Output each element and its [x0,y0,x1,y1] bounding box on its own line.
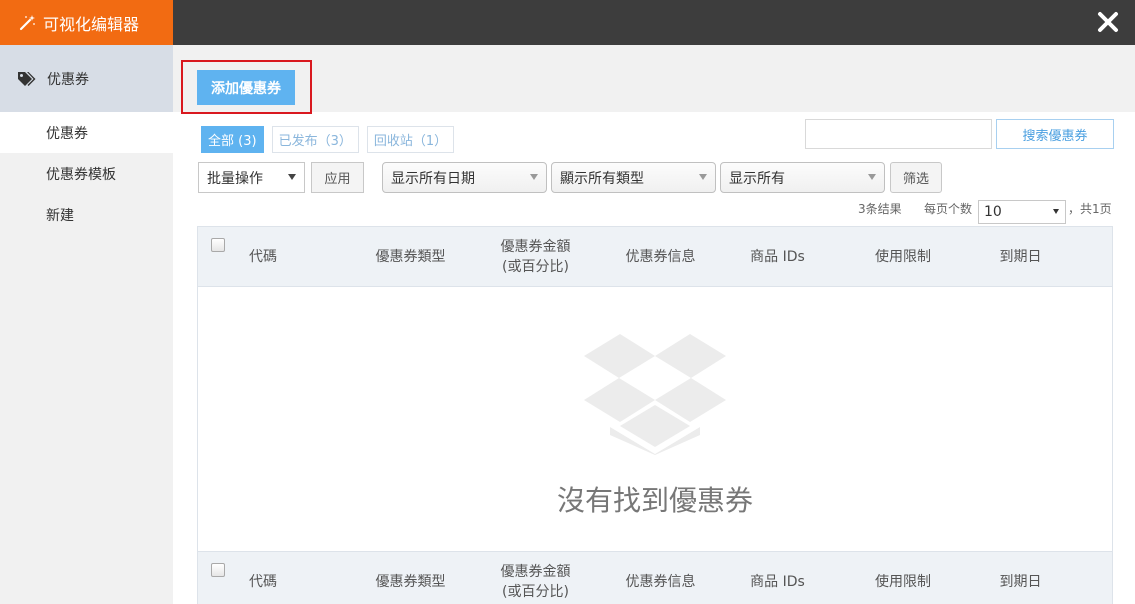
result-count: 3条结果 [858,202,902,216]
bulk-action-select[interactable]: 批量操作 [198,162,305,193]
column-header-expiry[interactable]: 到期日 [983,227,1058,287]
status-tabs: 全部 (3) 已发布（3） 回收站（1） [201,126,455,153]
empty-box-icon [584,334,726,455]
table-footer: 代碼 優惠券類型 優惠券金額 (或百分比) 优惠券信息 商品 IDs 使用限制 … [198,551,1112,604]
column-header-product-ids[interactable]: 商品 IDs [735,552,820,604]
tab-all[interactable]: 全部 (3) [201,126,264,153]
tags-icon [18,71,36,86]
sidebar-item-label: 新建 [46,207,74,224]
app-brand: 可视化编辑器 [0,0,173,45]
chevron-down-icon [1053,209,1059,214]
select-all-checkbox[interactable] [211,563,225,577]
show-filter-select[interactable]: 显示所有 [720,162,885,193]
column-header-info[interactable]: 优惠券信息 [608,552,713,604]
search-input[interactable] [805,119,992,149]
chevron-down-icon [288,174,296,180]
main-header-strip [173,45,1135,112]
sidebar-item-coupons[interactable]: 优惠券 [0,112,173,153]
sidebar-item-new[interactable]: 新建 [0,194,173,235]
sidebar-item-coupon-templates[interactable]: 优惠券模板 [0,153,173,194]
type-filter-select[interactable]: 顯示所有類型 [551,162,716,193]
add-coupon-button[interactable]: 添加優惠券 [197,70,295,105]
chevron-down-icon [868,174,876,180]
sidebar-section-title: 优惠券 [47,71,89,88]
chevron-down-icon [530,174,538,180]
column-header-code[interactable]: 代碼 [238,552,288,604]
tab-published[interactable]: 已发布（3） [271,126,359,153]
column-header-usage-limit[interactable]: 使用限制 [858,552,948,604]
sidebar: 优惠券 优惠券 优惠券模板 新建 [0,45,173,604]
bulk-action-value: 批量操作 [207,170,263,187]
filter-button[interactable]: 筛选 [890,162,942,193]
top-bar: 可视化编辑器 [0,0,1135,45]
date-filter-value: 显示所有日期 [391,170,475,187]
column-header-info[interactable]: 优惠券信息 [608,227,713,287]
sidebar-section-header[interactable]: 优惠券 [0,45,173,112]
column-header-amount[interactable]: 優惠券金額 (或百分比) [478,227,593,287]
column-header-product-ids[interactable]: 商品 IDs [735,227,820,287]
type-filter-value: 顯示所有類型 [560,170,644,187]
select-all-checkbox[interactable] [211,238,225,252]
per-page-select[interactable]: 10 [978,200,1066,224]
column-header-expiry[interactable]: 到期日 [983,552,1058,604]
date-filter-select[interactable]: 显示所有日期 [382,162,547,193]
column-header-code[interactable]: 代碼 [238,227,288,287]
per-page-label: 每页个数 [924,202,973,216]
empty-state-message: 沒有找到優惠券 [556,484,753,517]
tab-trash[interactable]: 回收站（1） [366,126,455,153]
column-header-type[interactable]: 優惠券類型 [358,227,463,287]
sidebar-item-label: 优惠券模板 [46,166,116,183]
app-title: 可视化编辑器 [43,14,140,34]
sidebar-item-label: 优惠券 [46,125,88,142]
table-header: 代碼 優惠券類型 優惠券金額 (或百分比) 优惠券信息 商品 IDs 使用限制 … [198,227,1112,287]
column-header-type[interactable]: 優惠券類型 [358,552,463,604]
column-header-usage-limit[interactable]: 使用限制 [858,227,948,287]
total-pages: ，共1页 [1068,202,1112,216]
search-coupons-button[interactable]: 搜索優惠券 [996,119,1114,149]
show-filter-value: 显示所有 [729,170,785,187]
per-page-value: 10 [984,204,1002,220]
magic-wand-icon [19,14,35,30]
apply-button[interactable]: 应用 [311,162,364,193]
chevron-down-icon [699,174,707,180]
coupons-table: 代碼 優惠券類型 優惠券金額 (或百分比) 优惠券信息 商品 IDs 使用限制 … [197,226,1113,604]
close-icon[interactable] [1095,9,1121,35]
column-header-amount[interactable]: 優惠券金額 (或百分比) [478,552,593,604]
